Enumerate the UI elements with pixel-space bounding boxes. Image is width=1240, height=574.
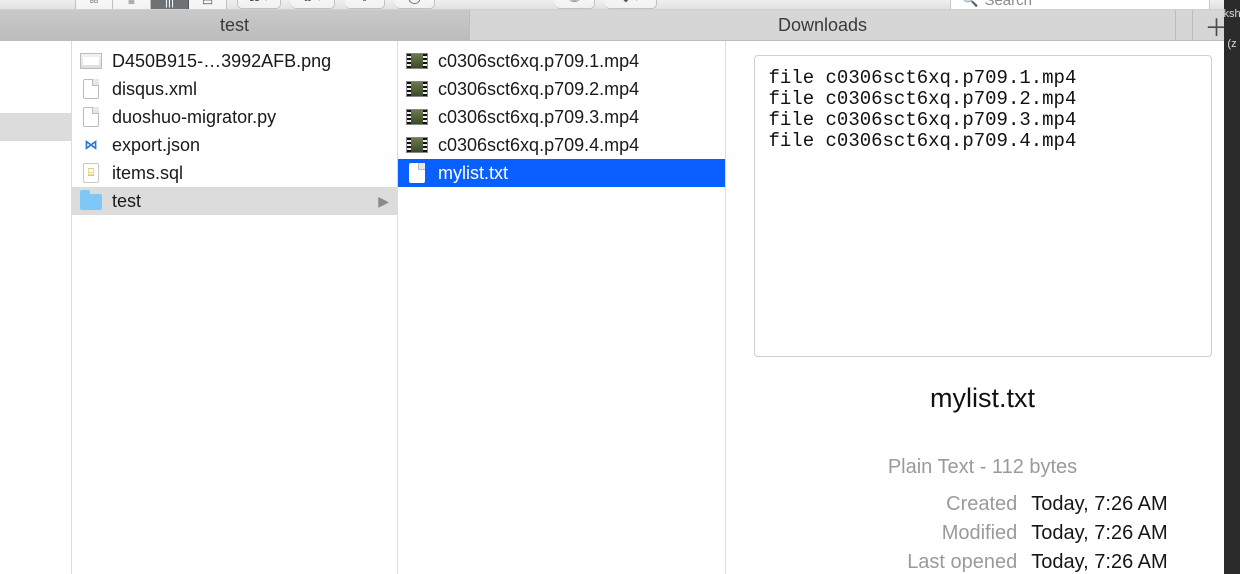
- image-icon: [80, 51, 102, 71]
- search-icon: 🔍: [961, 0, 978, 8]
- file-name: export.json: [112, 135, 200, 156]
- edge-text: ksh: [1223, 8, 1240, 20]
- tab-label: Downloads: [778, 15, 867, 36]
- search-placeholder: Search: [984, 0, 1032, 9]
- video-icon: [406, 135, 428, 155]
- view-gallery-button[interactable]: ▭: [189, 0, 227, 10]
- view-icon-button[interactable]: ▫▫: [75, 0, 113, 10]
- file-row[interactable]: test ▶: [72, 187, 397, 215]
- document-icon: [80, 107, 102, 127]
- search-field[interactable]: 🔍 Search: [950, 0, 1210, 10]
- file-row[interactable]: duoshuo-migrator.py: [72, 103, 397, 131]
- edge-text: (z: [1227, 38, 1236, 50]
- column-0[interactable]: [0, 41, 72, 574]
- file-row[interactable]: D450B915-…3992AFB.png: [72, 47, 397, 75]
- arrange-button[interactable]: ☷ ▾: [237, 0, 281, 9]
- column-0-selected-row[interactable]: [0, 113, 71, 141]
- meta-value: Today, 7:26 AM: [1031, 551, 1167, 574]
- video-icon: [406, 79, 428, 99]
- meta-value: Today, 7:26 AM: [1031, 522, 1167, 545]
- preview-filename: mylist.txt: [930, 383, 1035, 414]
- tab-label: test: [220, 15, 249, 36]
- file-name: disqus.xml: [112, 79, 197, 100]
- file-name: D450B915-…3992AFB.png: [112, 51, 331, 72]
- file-name: test: [112, 191, 141, 212]
- view-columns-button[interactable]: |||: [151, 0, 189, 10]
- file-row[interactable]: mylist.txt: [398, 159, 725, 187]
- meta-key: Last opened: [797, 551, 1017, 574]
- vscode-icon: ⋈: [80, 135, 102, 155]
- column-1[interactable]: D450B915-…3992AFB.png disqus.xml duoshuo-m…: [72, 41, 398, 574]
- chevron-right-icon: ▶: [378, 193, 389, 210]
- file-row[interactable]: disqus.xml: [72, 75, 397, 103]
- video-icon: [406, 107, 428, 127]
- file-row[interactable]: c0306sct6xq.p709.1.mp4: [398, 47, 725, 75]
- action-button[interactable]: ✿ ▾: [291, 0, 335, 9]
- folder-icon: [80, 191, 102, 211]
- toolbar: ▫▫ ≡ ||| ▭ ☷ ▾ ✿ ▾ ⇪ ◯ 👁 ⬙ ▾ 🔍 Search: [0, 0, 1240, 10]
- document-icon: [80, 79, 102, 99]
- view-list-button[interactable]: ≡: [113, 0, 151, 10]
- meta-key: Modified: [797, 522, 1017, 545]
- file-name: mylist.txt: [438, 163, 508, 184]
- document-icon: [406, 163, 428, 183]
- file-name: c0306sct6xq.p709.4.mp4: [438, 135, 639, 156]
- finder-window: ▫▫ ≡ ||| ▭ ☷ ▾ ✿ ▾ ⇪ ◯ 👁 ⬙ ▾ 🔍 Search te…: [0, 0, 1240, 574]
- preview-kind: Plain Text - 112 bytes: [888, 456, 1077, 479]
- meta-key: Created: [797, 493, 1017, 516]
- file-row[interactable]: c0306sct6xq.p709.3.mp4: [398, 103, 725, 131]
- column-2[interactable]: c0306sct6xq.p709.1.mp4 c0306sct6xq.p709.2…: [398, 41, 726, 574]
- tags-button[interactable]: ◯: [395, 0, 435, 9]
- tab-test[interactable]: test: [0, 10, 470, 40]
- video-icon: [406, 51, 428, 71]
- meta-value: Today, 7:26 AM: [1031, 493, 1167, 516]
- preview-column: file c0306sct6xq.p709.1.mp4 file c0306sc…: [726, 41, 1240, 574]
- file-row[interactable]: c0306sct6xq.p709.2.mp4: [398, 75, 725, 103]
- file-name: duoshuo-migrator.py: [112, 107, 276, 128]
- dropbox-button[interactable]: ⬙ ▾: [605, 0, 657, 9]
- file-name: c0306sct6xq.p709.3.mp4: [438, 107, 639, 128]
- file-name: c0306sct6xq.p709.2.mp4: [438, 79, 639, 100]
- column-view: D450B915-…3992AFB.png disqus.xml duoshuo-m…: [0, 41, 1240, 574]
- share-button[interactable]: ⇪: [345, 0, 385, 9]
- file-row[interactable]: ⌸ items.sql: [72, 159, 397, 187]
- file-row[interactable]: c0306sct6xq.p709.4.mp4: [398, 131, 725, 159]
- tab-bar: test Downloads ＋: [0, 10, 1240, 41]
- quicklook-button[interactable]: 👁: [555, 0, 595, 9]
- view-mode-group: ▫▫ ≡ ||| ▭: [75, 0, 227, 10]
- file-name: items.sql: [112, 163, 183, 184]
- adjacent-window-edge: ksh (z: [1224, 0, 1240, 574]
- tab-downloads[interactable]: Downloads: [470, 10, 1176, 40]
- file-preview: file c0306sct6xq.p709.1.mp4 file c0306sc…: [754, 55, 1212, 357]
- file-name: c0306sct6xq.p709.1.mp4: [438, 51, 639, 72]
- file-row[interactable]: ⋈ export.json: [72, 131, 397, 159]
- preview-metadata: Created Today, 7:26 AM Modified Today, 7:26…: [797, 493, 1167, 574]
- database-icon: ⌸: [80, 163, 102, 183]
